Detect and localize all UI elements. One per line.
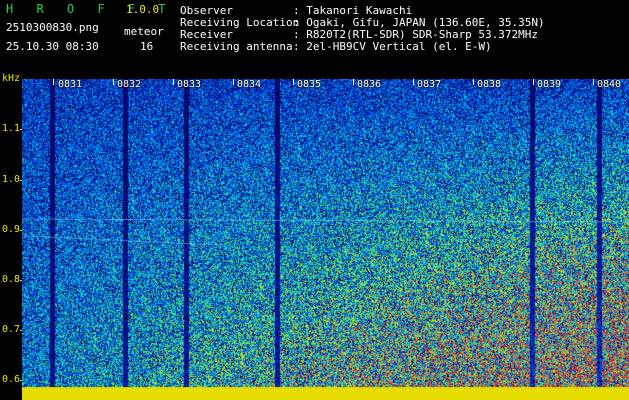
x-tick [353,79,354,85]
x-tick [113,79,114,85]
x-tick-label: 0840 [597,79,622,90]
app-version: 1.0.0 [126,3,160,16]
file-name: 2510300830.png [6,21,99,34]
x-tick [293,79,294,85]
x-tick-label: 0832 [117,79,142,90]
x-tick [233,79,234,85]
x-tick-label: 0836 [357,79,382,90]
y-tick-label: 1.1 [2,123,21,134]
header-panel: H R O F F T 1.0.0 2510300830.png 25.10.3… [0,0,629,72]
x-tick [53,79,54,85]
x-tick [173,79,174,85]
y-tick-label: 0.9 [2,224,21,235]
y-tick-label: 0.6 [2,374,21,385]
x-tick [473,79,474,85]
x-tick [533,79,534,85]
y-axis: kHz [0,72,22,400]
meteor-count: 16 [140,40,154,53]
y-axis-unit: kHz [2,73,21,84]
y-tick-label: 1.0 [2,174,21,185]
x-tick-label: 0835 [297,79,322,90]
antenna-label: Receiving antenna [180,40,293,53]
spectrogram-plot [22,79,629,400]
meteor-label: meteor [124,25,164,38]
x-tick-label: 0839 [537,79,562,90]
x-tick-label: 0834 [237,79,262,90]
x-tick-label: 0831 [58,79,83,90]
x-tick [413,79,414,85]
x-tick-label: 0837 [417,79,442,90]
spectrogram-canvas [22,79,629,400]
antenna-value: : 2el-HB9CV Vertical (el. E-W) [293,40,492,53]
x-tick-label: 0838 [477,79,502,90]
date-time: 25.10.30 08:30 [6,40,99,53]
y-tick-label: 0.8 [2,274,21,285]
x-tick [593,79,594,85]
y-tick-label: 0.7 [2,324,21,335]
x-tick-label: 0833 [177,79,202,90]
